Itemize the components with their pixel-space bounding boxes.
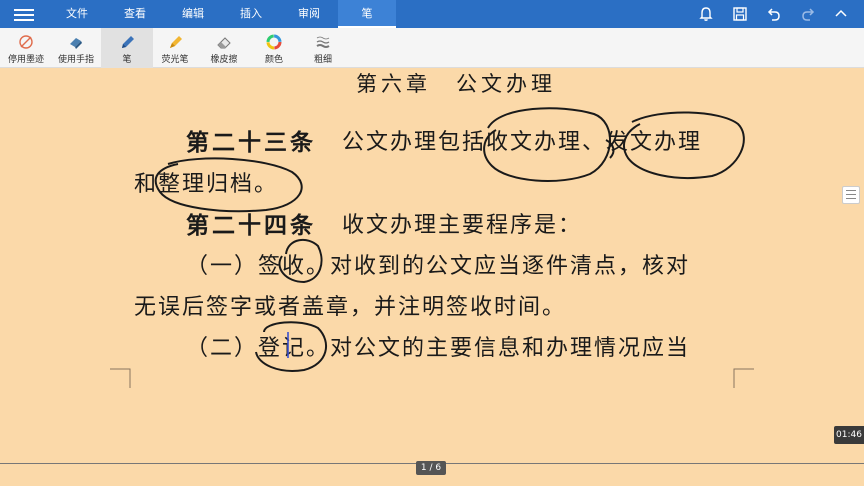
item-1-text-2: 无误后签字或者盖章，并注明签收时间。 [134, 295, 567, 320]
article-24-title: 第二十四条 [186, 212, 316, 239]
menu-bar: 文件 查看 编辑 插入 审阅 笔 [0, 0, 864, 28]
crop-mark-right [733, 368, 754, 388]
color-label: 颜色 [264, 55, 283, 65]
ink-off-label: 停用墨迹 [7, 55, 44, 65]
tab-pen[interactable]: 笔 [338, 0, 396, 28]
chapter-title: 第六章 公文办理 [356, 72, 556, 96]
undo-icon[interactable] [765, 5, 783, 23]
article-24-text: 收文办理主要程序是： [342, 213, 583, 238]
bell-icon[interactable] [697, 5, 715, 23]
crop-mark-left [110, 368, 131, 388]
hamburger-menu-icon[interactable] [14, 6, 34, 22]
highlighter-label: 荧光笔 [161, 55, 189, 65]
finger-icon [70, 38, 82, 49]
use-finger-button[interactable]: 使用手指 [50, 28, 102, 68]
use-finger-label: 使用手指 [57, 55, 94, 65]
document-canvas[interactable]: 第六章 公文办理 第二十三条 公文办理包括收文办理、发文办理 和整理归档。 第二… [0, 68, 864, 463]
video-timestamp: 01:46 [834, 426, 864, 444]
eraser-icon [217, 37, 231, 49]
thickness-label: 粗细 [313, 55, 332, 65]
item-2-text-1: （二）登记。对公文的主要信息和办理情况应当 [186, 336, 691, 361]
tab-view[interactable]: 查看 [106, 0, 164, 28]
side-panel-button[interactable] [842, 186, 860, 204]
save-icon[interactable] [731, 5, 749, 23]
pen-label: 笔 [122, 55, 132, 65]
page-indicator: 1 / 6 [416, 461, 446, 475]
article-23-text-2: 和整理归档。 [134, 172, 279, 197]
tab-edit[interactable]: 编辑 [164, 0, 222, 28]
article-23-text-1: 公文办理包括收文办理、发文办理 [342, 130, 703, 155]
eraser-label: 橡皮擦 [210, 55, 238, 65]
thickness-icon [316, 36, 330, 48]
tab-file[interactable]: 文件 [48, 0, 106, 28]
highlighter-icon [170, 36, 182, 48]
color-icon [266, 34, 282, 50]
tab-insert[interactable]: 插入 [222, 0, 280, 28]
tab-review[interactable]: 审阅 [280, 0, 338, 28]
pen-button[interactable]: 笔 [101, 28, 153, 68]
pen-icon [122, 36, 134, 48]
redo-icon[interactable] [799, 5, 817, 23]
color-button[interactable]: 颜色 [248, 28, 300, 68]
highlighter-button[interactable]: 荧光笔 [149, 28, 201, 68]
eraser-button[interactable]: 橡皮擦 [198, 28, 250, 68]
article-23-title: 第二十三条 [186, 129, 316, 156]
thickness-button[interactable]: 粗细 [297, 28, 349, 68]
pen-ribbon: 停用墨迹 使用手指 笔 荧光笔 橡皮擦 颜色 粗细 [0, 28, 864, 68]
expand-icon[interactable] [832, 5, 850, 23]
item-1-text-1: （一）签收。对收到的公文应当逐件清点，核对 [186, 254, 691, 279]
ink-off-button[interactable]: 停用墨迹 [0, 28, 52, 68]
ink-off-icon [19, 35, 33, 49]
